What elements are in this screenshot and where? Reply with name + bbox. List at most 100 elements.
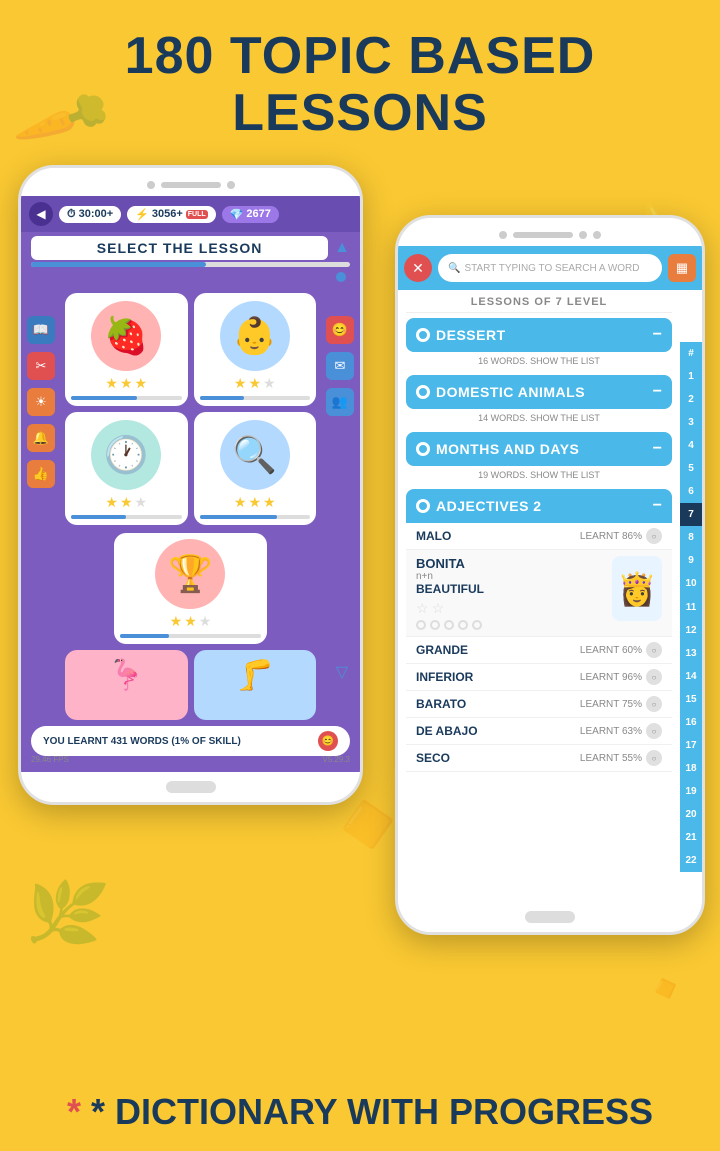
months-toggle[interactable]: − — [653, 440, 662, 458]
phone-right: ✕ 🔍 START TYPING TO SEARCH A WORD ▦ LESS… — [395, 215, 705, 935]
num-17[interactable]: 17 — [680, 734, 702, 757]
num-18[interactable]: 18 — [680, 757, 702, 780]
home-button-right[interactable] — [525, 911, 575, 923]
word-malo[interactable]: MALO LEARNT 86% ○ — [406, 523, 672, 550]
num-15[interactable]: 15 — [680, 688, 702, 711]
lesson-dessert[interactable]: DESSERT − 16 WORDS. SHOW THE LIST — [398, 318, 680, 370]
num-9[interactable]: 9 — [680, 549, 702, 572]
lesson-item-baby[interactable]: 👶 ★★★ — [194, 293, 317, 406]
search-input[interactable]: 🔍 START TYPING TO SEARCH A WORD — [438, 254, 662, 282]
lesson-progress-4 — [200, 515, 311, 519]
num-hash[interactable]: # — [680, 342, 702, 365]
lesson-progress-1 — [71, 396, 182, 400]
adjectives-toggle[interactable]: − — [653, 497, 662, 515]
bell-icon[interactable]: 🔔 — [27, 424, 55, 452]
num-1[interactable]: 1 — [680, 365, 702, 388]
right-content-area: LESSONS OF 7 LEVEL DESSERT − 16 WORDS. S… — [398, 290, 702, 772]
lesson-domestic-animals[interactable]: DOMESTIC ANIMALS − 14 WORDS. SHOW THE LI… — [398, 375, 680, 427]
phone-right-camera2 — [579, 231, 587, 239]
num-10[interactable]: 10 — [680, 572, 702, 595]
num-5[interactable]: 5 — [680, 457, 702, 480]
word-grande[interactable]: GRANDE LEARNT 60% ○ — [406, 637, 672, 664]
lesson-stars-3: ★★★ — [105, 494, 147, 511]
num-19[interactable]: 19 — [680, 780, 702, 803]
phone-right-speaker — [513, 232, 573, 238]
footer-text: * * DICTIONARY WITH PROGRESS — [0, 1091, 720, 1133]
leg-icon: 🦵 — [236, 658, 273, 693]
word-inferior[interactable]: INFERIOR LEARNT 96% ○ — [406, 664, 672, 691]
word-seco[interactable]: SECO LEARNT 55% ○ — [406, 745, 672, 772]
clock-icon: ⏱ — [67, 208, 76, 221]
search-close-button[interactable]: ✕ — [404, 254, 432, 282]
num-12[interactable]: 12 — [680, 619, 702, 642]
search-grid-button[interactable]: ▦ — [668, 254, 696, 282]
num-7[interactable]: 7 — [680, 503, 702, 526]
lesson-progress-2 — [200, 396, 311, 400]
dessert-dot — [416, 328, 430, 342]
word-de-abajo[interactable]: DE ABAJO LEARNT 63% ○ — [406, 718, 672, 745]
book-icon[interactable]: 📖 — [27, 316, 55, 344]
lesson-icon-baby: 👶 — [220, 301, 290, 371]
phone-camera2 — [227, 181, 235, 189]
group-icon[interactable]: 👥 — [326, 388, 354, 416]
lesson-item-clock[interactable]: 🕐 ★★★ — [65, 412, 188, 525]
left-side-buttons: 📖 ✂ ☀ 🔔 👍 — [27, 316, 55, 488]
num-16[interactable]: 16 — [680, 711, 702, 734]
phones-area: ◀ ⏱ 30:00+ ⚡ 3056+ FULL 💎 2677 SELECT TH… — [0, 155, 720, 1025]
learnt-progress-bar: YOU LEARNT 431 WORDS (1% OF SKILL) 😊 — [31, 726, 350, 756]
word-barato[interactable]: BARATO LEARNT 75% ○ — [406, 691, 672, 718]
months-dot — [416, 442, 430, 456]
num-14[interactable]: 14 — [680, 665, 702, 688]
header-progress-fill — [31, 262, 206, 267]
num-11[interactable]: 11 — [680, 596, 702, 619]
fps-text: 29.46 FPS — [31, 755, 69, 764]
num-22[interactable]: 22 — [680, 849, 702, 872]
num-6[interactable]: 6 — [680, 480, 702, 503]
adjectives-header[interactable]: ADJECTIVES 2 − — [406, 489, 672, 523]
back-button[interactable]: ◀ — [29, 202, 53, 226]
footer-asterisk: * — [67, 1091, 91, 1132]
phone-screen-left: ◀ ⏱ 30:00+ ⚡ 3056+ FULL 💎 2677 SELECT TH… — [21, 196, 360, 772]
partial-item-flamingo[interactable]: 🦩 — [65, 650, 188, 720]
word-bonita-expanded[interactable]: BONITA n+n BEAUTIFUL ☆ ☆ — [406, 550, 672, 637]
lesson-item-trophy[interactable]: 🏆 ★★★ — [114, 533, 267, 644]
left-status-bar: ◀ ⏱ 30:00+ ⚡ 3056+ FULL 💎 2677 — [21, 196, 360, 232]
home-button[interactable] — [166, 781, 216, 793]
mail-icon[interactable]: ✉ — [326, 352, 354, 380]
lesson-icon-clock: 🕐 — [91, 420, 161, 490]
lesson-months-days[interactable]: MONTHS AND DAYS − 19 WORDS. SHOW THE LIS… — [398, 432, 680, 484]
lesson-item-magnifier[interactable]: 🔍 ★★★ — [194, 412, 317, 525]
domestic-toggle[interactable]: − — [653, 383, 662, 401]
months-sub: 19 WORDS. SHOW THE LIST — [398, 468, 680, 484]
sun-icon[interactable]: ☀ — [27, 388, 55, 416]
num-4[interactable]: 4 — [680, 434, 702, 457]
num-21[interactable]: 21 — [680, 826, 702, 849]
face-icon[interactable]: 😊 — [326, 316, 354, 344]
dessert-toggle[interactable]: − — [653, 326, 662, 344]
phone-right-top-bar — [398, 218, 702, 246]
lesson-item-strawberry[interactable]: 🍓 ★★★ — [65, 293, 188, 406]
num-20[interactable]: 20 — [680, 803, 702, 826]
scissors-icon[interactable]: ✂ — [27, 352, 55, 380]
gems-badge: 💎 2677 — [222, 206, 279, 223]
inferior-circle: ○ — [646, 669, 662, 685]
main-title: 180 TOPIC BASED LESSONS — [0, 0, 720, 142]
num-2[interactable]: 2 — [680, 388, 702, 411]
version-text: V5.29.3 — [322, 755, 350, 764]
header-progress-bar — [31, 262, 350, 267]
phone-right-bottom-bar — [398, 902, 702, 932]
thumb-icon[interactable]: 👍 — [27, 460, 55, 488]
learnt-icon: 😊 — [318, 731, 338, 751]
phone-left: ◀ ⏱ 30:00+ ⚡ 3056+ FULL 💎 2677 SELECT TH… — [18, 165, 363, 805]
adjectives-dot — [416, 499, 430, 513]
triangle-up-icon: ▲ — [334, 239, 350, 257]
right-side-buttons: 😊 ✉ 👥 — [326, 316, 354, 416]
partial-item-leg[interactable]: 🦵 — [194, 650, 317, 720]
select-lesson-header: SELECT THE LESSON — [31, 236, 328, 260]
seco-circle: ○ — [646, 750, 662, 766]
lesson-stars-4: ★★★ — [234, 494, 276, 511]
num-3[interactable]: 3 — [680, 411, 702, 434]
num-8[interactable]: 8 — [680, 526, 702, 549]
num-13[interactable]: 13 — [680, 642, 702, 665]
lesson-grid: 🍓 ★★★ 👶 ★★★ — [21, 287, 360, 531]
